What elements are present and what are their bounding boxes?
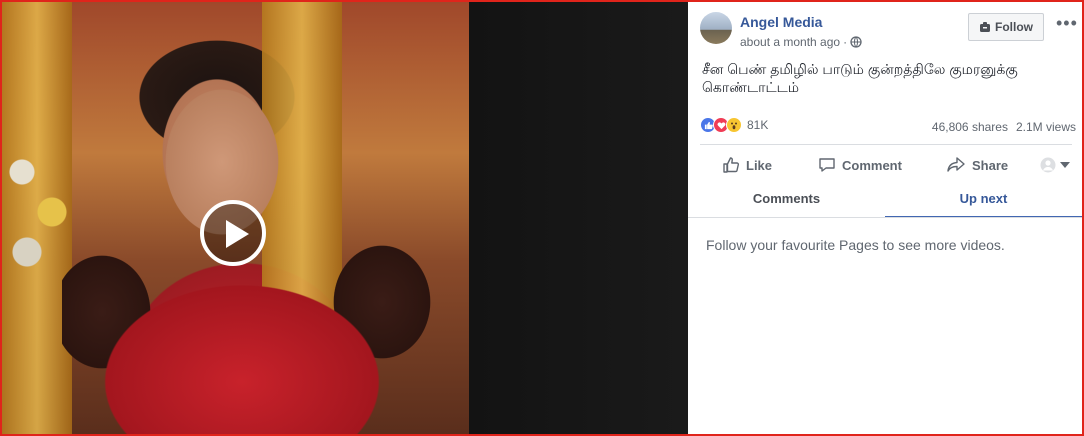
up-next-empty-message: Follow your favourite Pages to see more … [706,237,1005,253]
reactions-summary[interactable]: 81K [700,117,768,133]
thumbs-up-icon [723,157,740,173]
globe-icon [850,36,862,48]
play-icon [226,220,249,248]
video-viewer: Angel Media about a month ago · Follow •… [0,0,1084,436]
comment-button[interactable]: Comment [818,156,902,174]
meta-separator: · [843,35,848,49]
divider [688,217,1082,218]
reaction-count: 81K [747,118,769,132]
share-button[interactable]: Share [946,156,1008,174]
like-label: Like [746,157,773,173]
like-button[interactable]: Like [722,156,772,174]
share-count[interactable]: 46,806 shares [932,120,1008,134]
comment-label: Comment [842,157,902,173]
share-arrow-icon [947,157,965,172]
chevron-down-icon [1060,162,1070,168]
wow-reaction-icon [726,117,742,133]
share-label: Share [972,157,1009,173]
panel-tabs: Comments Up next [688,180,1082,218]
comment-bubble-icon [819,158,835,172]
user-avatar-icon [1040,157,1056,173]
post-caption: சீன பெண் தமிழில் பாடும் குன்றத்திலே குமர… [702,61,1018,95]
post-meta: about a month ago · [740,35,862,49]
follow-button[interactable]: Follow [968,13,1044,41]
post-timestamp[interactable]: about a month ago [740,35,840,49]
divider [700,144,1072,145]
follow-icon [980,22,990,32]
reaction-as-selector[interactable] [1040,157,1070,173]
follow-label: Follow [995,20,1033,34]
view-count: 2.1M views [1015,120,1076,134]
play-button[interactable] [200,200,266,266]
video-player[interactable] [2,2,688,434]
tab-comments[interactable]: Comments [688,180,885,216]
tab-up-next[interactable]: Up next [885,180,1082,218]
page-avatar[interactable] [700,12,732,44]
post-panel: Angel Media about a month ago · Follow •… [688,2,1082,434]
action-bar: Like Comment Share [688,150,1082,180]
post-stats: 46,806 shares 2.1M views [932,120,1076,134]
page-name-link[interactable]: Angel Media [740,14,822,30]
more-options-button[interactable]: ••• [1056,14,1078,32]
